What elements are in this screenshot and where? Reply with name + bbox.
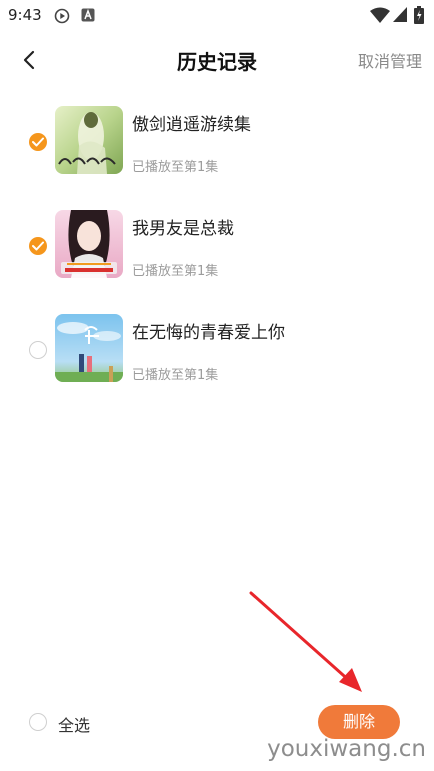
cancel-manage-button[interactable]: 取消管理 bbox=[358, 48, 422, 72]
status-bar: 9:43 bbox=[0, 0, 434, 30]
checkmark-icon bbox=[32, 241, 44, 251]
item-title: 在无悔的青春爱上你 bbox=[132, 323, 285, 343]
a-square-icon bbox=[81, 8, 95, 22]
delete-button[interactable]: 删除 bbox=[318, 705, 400, 739]
checkmark-icon bbox=[32, 137, 44, 147]
play-circle-icon bbox=[54, 8, 70, 24]
history-list: 傲剑逍遥游续集 已播放至第1集 我男友是总裁 已播放至第1集 在无悔的青春爱上你… bbox=[0, 106, 434, 418]
cover-image bbox=[55, 210, 123, 278]
item-progress: 已播放至第1集 bbox=[132, 264, 219, 279]
item-checkbox-checked[interactable] bbox=[29, 133, 47, 151]
battery-icon bbox=[414, 6, 424, 24]
list-item[interactable]: 傲剑逍遥游续集 已播放至第1集 bbox=[0, 106, 434, 210]
watermark-text: youxiwang.cn bbox=[267, 736, 426, 762]
item-progress: 已播放至第1集 bbox=[132, 368, 219, 383]
item-checkbox-unchecked[interactable] bbox=[29, 341, 47, 359]
status-time: 9:43 bbox=[8, 6, 42, 24]
item-progress: 已播放至第1集 bbox=[132, 160, 219, 175]
wifi-icon bbox=[370, 7, 390, 23]
cover-image bbox=[55, 106, 123, 174]
list-item[interactable]: 我男友是总裁 已播放至第1集 bbox=[0, 210, 434, 314]
signal-icon bbox=[393, 7, 407, 22]
header-bar: 历史记录 取消管理 bbox=[0, 38, 434, 82]
select-all-checkbox[interactable] bbox=[29, 713, 47, 731]
list-item[interactable]: 在无悔的青春爱上你 已播放至第1集 bbox=[0, 314, 434, 418]
item-title: 我男友是总裁 bbox=[132, 219, 234, 239]
item-checkbox-checked[interactable] bbox=[29, 237, 47, 255]
item-title: 傲剑逍遥游续集 bbox=[132, 115, 251, 135]
select-all-label[interactable]: 全选 bbox=[58, 712, 90, 736]
cover-image bbox=[55, 314, 123, 382]
